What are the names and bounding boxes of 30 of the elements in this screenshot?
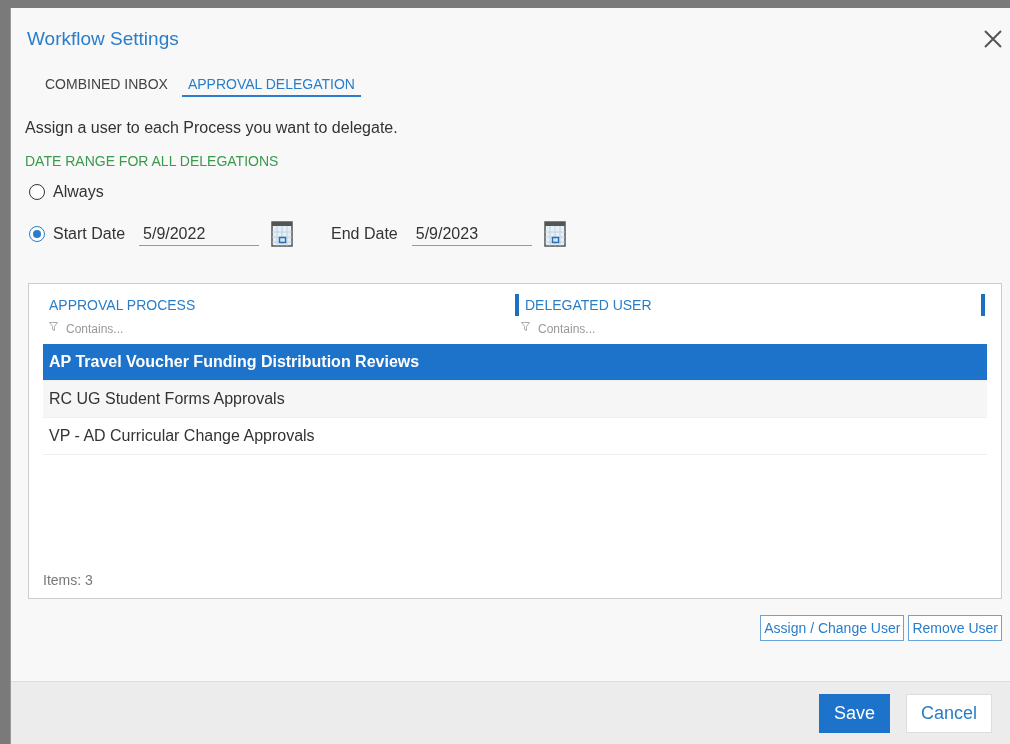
action-button[interactable]: Remove User <box>908 615 1002 641</box>
end-date-label: End Date <box>331 225 398 243</box>
filter-icon <box>49 321 58 331</box>
column-header[interactable]: DELEGATED USER <box>515 294 987 316</box>
item-count: Items: 3 <box>43 572 94 588</box>
radio-label[interactable]: Always <box>53 183 104 201</box>
tab[interactable]: APPROVAL DELEGATION <box>181 74 361 97</box>
table-row[interactable]: AP Travel Voucher Funding Distribution Reviews <box>43 344 987 381</box>
radio-label[interactable]: Start Date <box>53 225 126 243</box>
close-icon[interactable] <box>984 30 1002 48</box>
calendar-icon[interactable] <box>543 221 566 247</box>
filter-icon <box>521 321 530 331</box>
dialog-title: Workflow Settings <box>27 28 179 50</box>
instruction-text: Assign a user to each Process you want to delegate. <box>25 119 399 137</box>
calendar-icon[interactable] <box>271 221 294 247</box>
radio-button[interactable] <box>29 226 45 242</box>
action-button[interactable]: Assign / Change User <box>760 615 905 641</box>
cancel-button[interactable]: Cancel <box>905 693 992 733</box>
save-button[interactable]: Save <box>818 693 890 733</box>
column-header[interactable]: APPROVAL PROCESS <box>43 294 515 316</box>
filter-field[interactable]: Contains... <box>66 322 221 336</box>
table-row[interactable]: RC UG Student Forms Approvals <box>43 381 987 418</box>
filter-field[interactable]: Contains... <box>538 322 693 336</box>
end-date-field[interactable]: 5/9/2023 <box>411 222 532 246</box>
tab[interactable]: COMBINED INBOX <box>39 74 174 97</box>
radio-button[interactable] <box>29 184 45 200</box>
section-heading: DATE RANGE FOR ALL DELEGATIONS <box>25 153 280 169</box>
table-row[interactable]: VP - AD Curricular Change Approvals <box>43 418 987 455</box>
resize-handle[interactable] <box>981 294 985 316</box>
start-date-field[interactable]: 5/9/2022 <box>139 222 260 246</box>
